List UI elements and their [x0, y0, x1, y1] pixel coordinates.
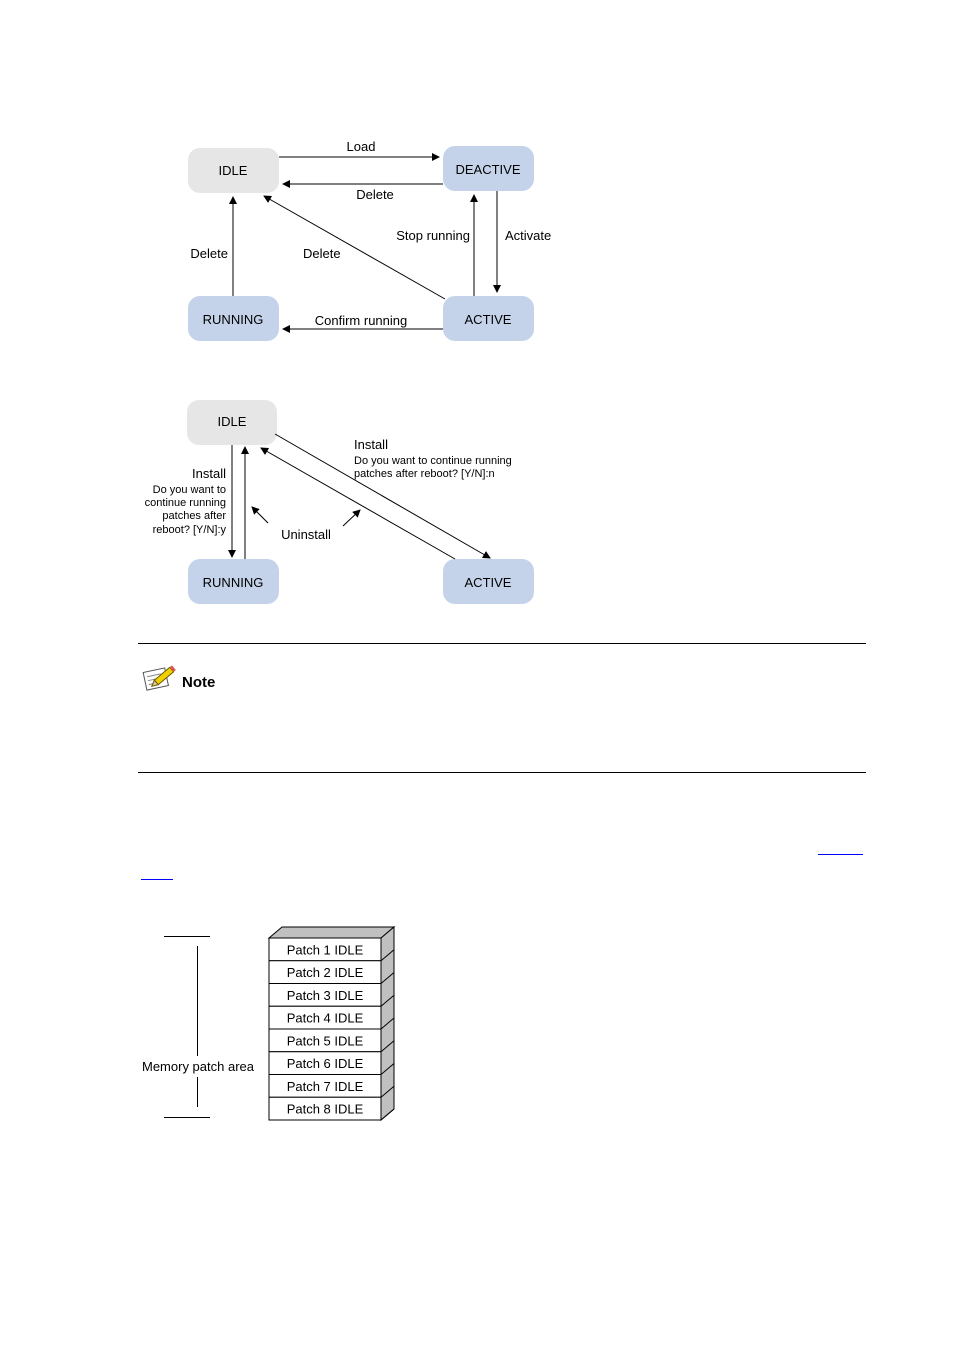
- arrow-delete-active-idle: [263, 195, 446, 300]
- patch-slot-label: Patch 7 IDLE: [287, 1079, 364, 1094]
- memory-area-bottom-tick: [164, 1117, 210, 1118]
- label-activate: Activate: [505, 228, 551, 243]
- note-pencil-icon: [142, 665, 176, 691]
- patch-slot-label: Patch 8 IDLE: [287, 1102, 364, 1117]
- patch-slot-label: Patch 4 IDLE: [287, 1011, 364, 1026]
- memory-area-top-tick: [164, 936, 210, 937]
- label-install-no-line: patches after reboot? [Y/N]:n: [354, 468, 495, 480]
- note-bottom-rule: [138, 772, 866, 773]
- cross-reference-link-continued[interactable]: [141, 879, 173, 880]
- label-install-yes-line: reboot? [Y/N]:y: [153, 524, 227, 536]
- state-running-label: RUNNING: [203, 312, 264, 327]
- state-active-label: ACTIVE: [465, 312, 512, 327]
- state-active-label: ACTIVE: [465, 575, 512, 590]
- pointer-uninstall-right: [342, 509, 361, 527]
- patch-stack-top-face: [267, 926, 396, 939]
- label-install-no-title: Install: [354, 437, 388, 452]
- patch-slot-label: Patch 2 IDLE: [287, 965, 364, 980]
- label-confirm-running: Confirm running: [315, 313, 408, 328]
- label-delete-active-idle: Delete: [303, 246, 341, 261]
- label-uninstall: Uninstall: [281, 527, 331, 542]
- state-deactive-label: DEACTIVE: [455, 162, 520, 177]
- label-install-yes-title: Install: [192, 466, 226, 481]
- label-stop-running: Stop running: [396, 228, 470, 243]
- patch-slot-label: Patch 5 IDLE: [287, 1033, 364, 1048]
- memory-area-bracket-upper: [197, 946, 198, 1056]
- label-install-yes-line: continue running: [145, 497, 226, 509]
- state-idle-label: IDLE: [218, 414, 247, 429]
- patch-slot-label: Patch 3 IDLE: [287, 988, 364, 1003]
- label-load: Load: [347, 139, 376, 154]
- label-install-yes-line: Do you want to: [153, 484, 226, 496]
- memory-area-label: Memory patch area: [142, 1059, 254, 1074]
- note-top-rule: [138, 643, 866, 644]
- label-install-yes-line: patches after: [162, 510, 226, 522]
- memory-area-bracket-lower: [197, 1077, 198, 1107]
- state-diagram-1: IDLE DEACTIVE RUNNING ACTIVE Load Delete…: [188, 139, 551, 341]
- label-delete-running-idle: Delete: [190, 246, 228, 261]
- label-delete-deactive-idle: Delete: [356, 187, 394, 202]
- patch-stack: Patch 1 IDLE Patch 2 IDLE Patch 3 IDLE Patc…: [267, 925, 396, 1122]
- state-diagram-2: IDLE RUNNING ACTIVE Install Do you want …: [145, 400, 534, 604]
- patch-slot-label: Patch 6 IDLE: [287, 1056, 364, 1071]
- note-label: Note: [182, 674, 216, 691]
- label-install-no-line: Do you want to continue running: [354, 455, 512, 467]
- pointer-uninstall-left: [251, 506, 269, 524]
- state-running-label: RUNNING: [203, 575, 264, 590]
- patch-slot-label: Patch 1 IDLE: [287, 942, 364, 957]
- cross-reference-link[interactable]: [818, 854, 863, 855]
- state-idle-label: IDLE: [219, 163, 248, 178]
